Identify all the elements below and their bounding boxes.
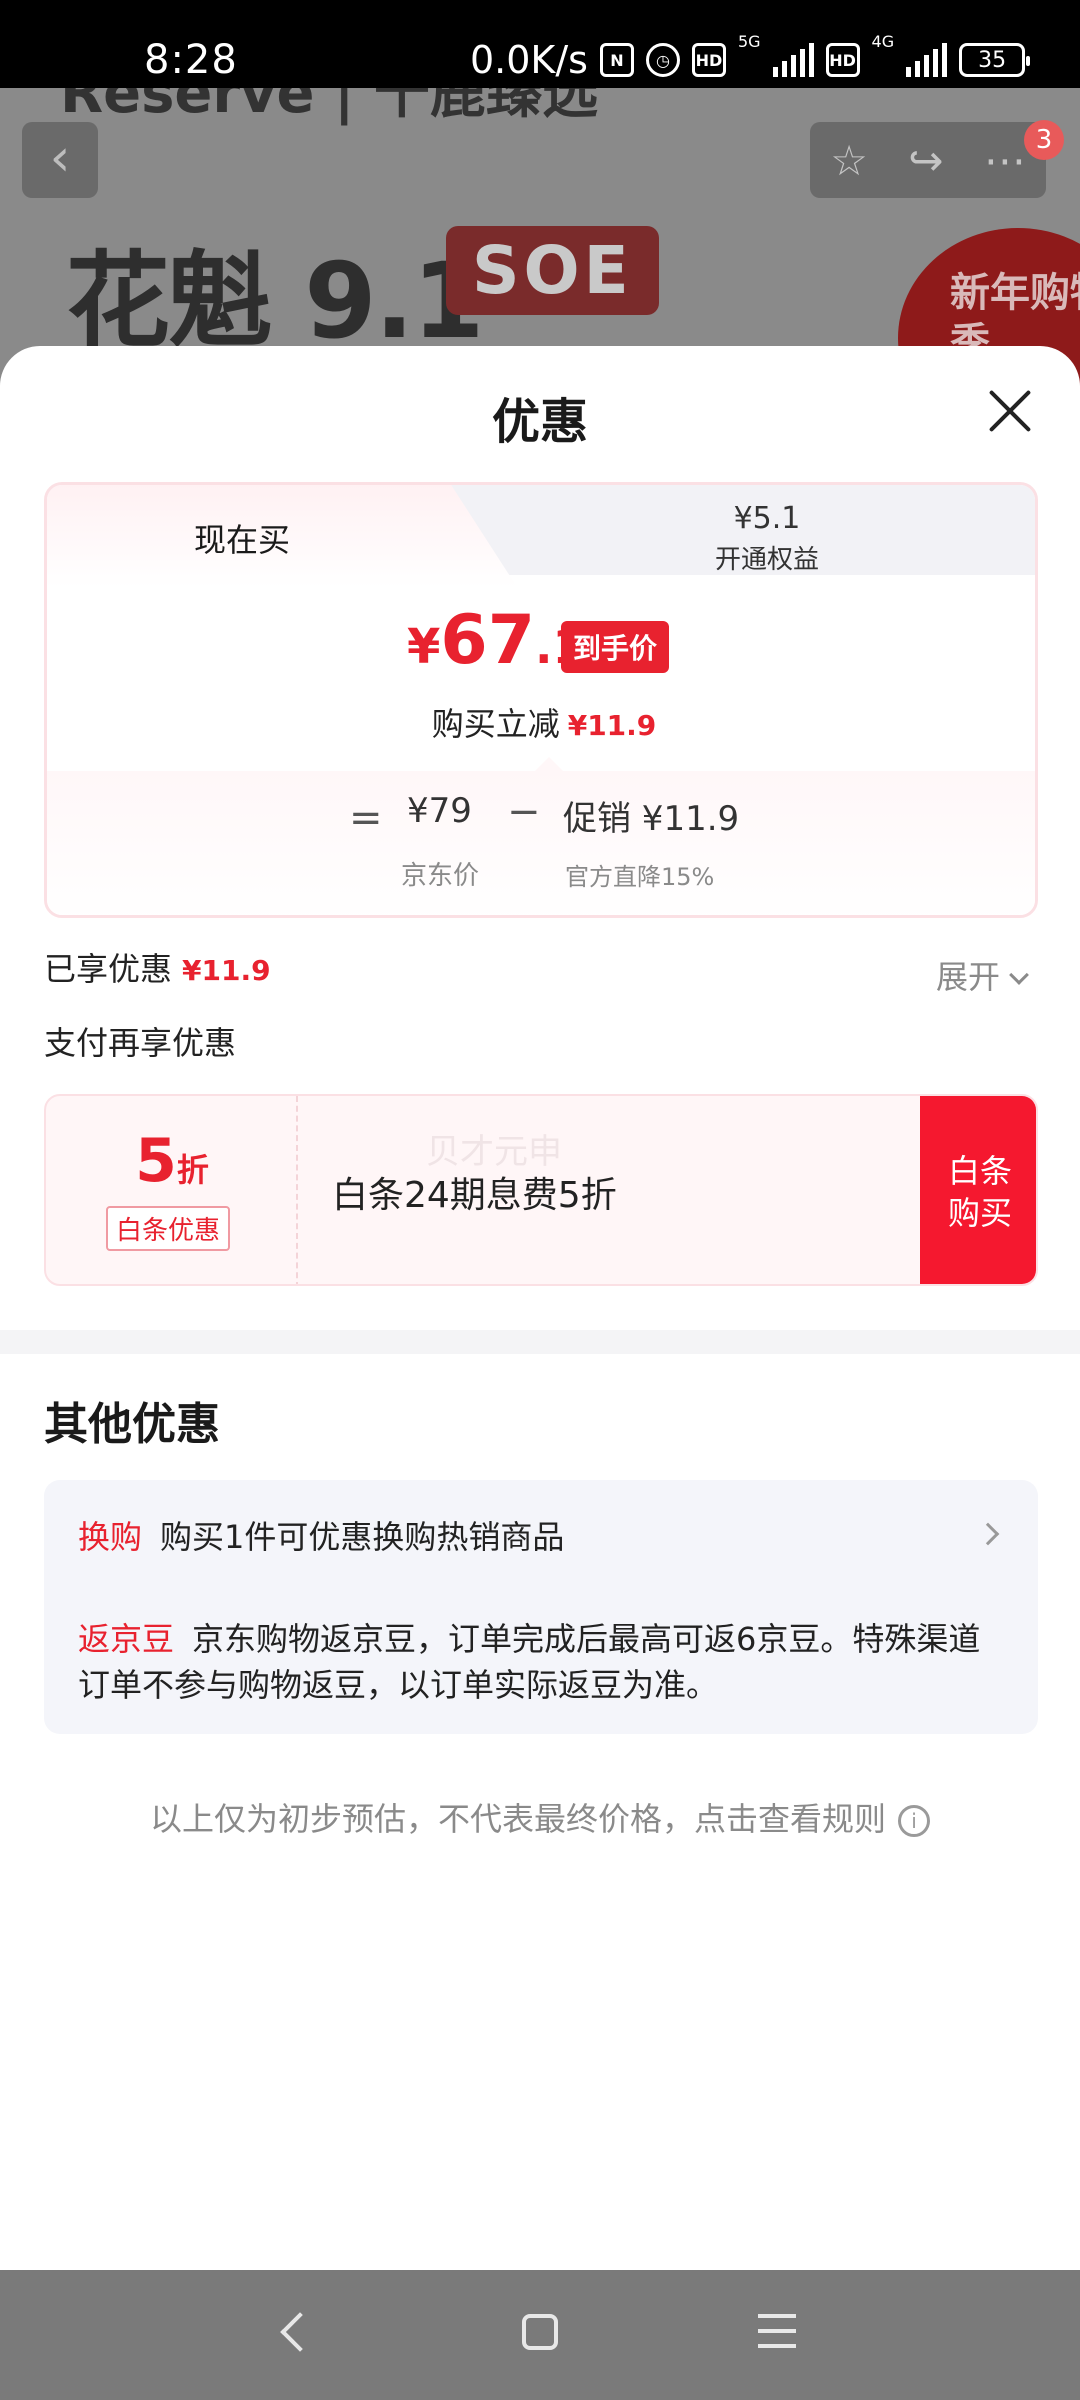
reduction-label: 购买立减 [431, 705, 560, 743]
jd-price: ¥79 [407, 791, 472, 831]
other-offers-box: 换购 购买1件可优惠换购热销商品 返京豆 京东购物返京豆，订单完成后最高可返6京豆。… [44, 1480, 1038, 1734]
baitiao-discount-unit: 折 [176, 1151, 209, 1189]
notification-badge: 3 [1024, 120, 1064, 160]
alarm-icon: ◷ [645, 43, 680, 77]
battery-icon: 35 [959, 43, 1031, 77]
hd-icon: HD [691, 43, 726, 77]
promo-price: 促销 ¥11.9 [563, 799, 740, 839]
top-actions: ☆ ↪ ⋯ [810, 122, 1046, 198]
info-icon: i [898, 1805, 930, 1837]
reduction-value: ¥11.9 [567, 709, 657, 742]
baitiao-badge: 白条优惠 [106, 1206, 231, 1251]
baitiao-offer-text: 白条24期息费5折 [332, 1175, 617, 1216]
brand-logo: Reserve | 千鹿臻选 [60, 88, 598, 126]
tab-membership-label: 开通权益 [714, 545, 819, 575]
jd-beans-tag: 返京豆 [78, 1620, 175, 1658]
enjoyed-value: ¥11.9 [182, 954, 271, 987]
enjoyed-discount: 已享优惠 ¥11.9 [44, 944, 271, 990]
nfc-icon: N [599, 43, 634, 77]
sheet-title: 优惠 [491, 394, 588, 450]
share-icon[interactable]: ↪ [908, 136, 943, 185]
network-speed: 0.0K/s [470, 38, 588, 82]
footnote-text: 以上仅为初步预估，不代表最终价格，点击查看规则 [149, 1800, 886, 1838]
rules-footnote[interactable]: 以上仅为初步预估，不代表最终价格，点击查看规则 i [0, 1794, 1080, 1840]
status-icons: 0.0K/s N ◷ HD 5G HD 4G 35 [470, 32, 1031, 84]
baitiao-buy-button[interactable]: 白条购买 [920, 1096, 1036, 1284]
status-bar: 8:28 0.0K/s N ◷ HD 5G HD 4G 35 [0, 0, 1080, 88]
other-offers-title: 其他优惠 [44, 1399, 220, 1450]
network-type-4g: 4G [871, 32, 895, 51]
list-item-exchange[interactable]: 换购 购买1件可优惠换购热销商品 [78, 1512, 978, 1558]
tab-buy-now-label: 现在买 [193, 521, 290, 559]
price-currency: ¥ [407, 619, 441, 675]
pay-more-heading: 支付再享优惠 [44, 1024, 237, 1062]
tab-membership-price: ¥5.1 [733, 501, 801, 536]
price-card: 现在买 ¥5.1 开通权益 ¥67.1 到手价 购买立减 ¥11.9 = ¥79 … [44, 482, 1038, 918]
baitiao-discount: 5折 [46, 1126, 298, 1196]
exchange-tag: 换购 [78, 1518, 143, 1556]
system-nav-bar [0, 2270, 1080, 2400]
nav-menu-icon[interactable] [758, 2314, 796, 2348]
baitiao-discount-number: 5 [135, 1126, 177, 1196]
jd-price-label: 京东价 [401, 861, 480, 891]
price-integer: 67 [440, 601, 536, 680]
final-price: ¥67.1 [407, 601, 585, 680]
section-divider [0, 1330, 1080, 1354]
hd-icon-2: HD [825, 43, 860, 77]
favorite-icon[interactable]: ☆ [830, 136, 868, 185]
list-item-jd-beans: 返京豆 京东购物返京豆，订单完成后最高可返6京豆。特殊渠道订单不参与购物返豆，以订… [78, 1616, 1008, 1708]
more-icon[interactable]: ⋯ [984, 136, 1026, 185]
close-icon[interactable] [986, 388, 1032, 434]
equals-sign: = [349, 795, 383, 841]
status-time: 8:28 [144, 37, 238, 83]
final-price-tag: 到手价 [561, 621, 670, 673]
expand-label: 展开 [936, 958, 1001, 996]
enjoyed-label: 已享优惠 [44, 950, 173, 988]
product-page-background: Reserve | 千鹿臻选 ‹ ☆ ↪ ⋯ 3 花魁 9.1 SOE 新年购物… [0, 88, 1080, 388]
signal-icon-2 [906, 43, 948, 77]
chevron-right-icon[interactable] [976, 1522, 1000, 1546]
nav-back-icon[interactable] [280, 2312, 320, 2352]
price-breakdown: = ¥79 京东价 − 促销 ¥11.9 官方直降15% [47, 757, 1035, 915]
baitiao-offer-card[interactable]: 5折 白条优惠 贝才元申 白条24期息费5折 白条购买 [44, 1094, 1038, 1286]
network-type-5g: 5G [737, 32, 761, 51]
back-button[interactable]: ‹ [22, 122, 98, 198]
back-icon: ‹ [49, 128, 71, 188]
nav-home-icon[interactable] [522, 2314, 558, 2350]
purchase-reduction: 购买立减 ¥11.9 [47, 699, 1035, 745]
chevron-down-icon [1009, 965, 1029, 985]
baitiao-discount-panel: 5折 白条优惠 [46, 1096, 298, 1284]
expand-button[interactable]: 展开 [936, 952, 1029, 998]
exchange-text: 购买1件可优惠换购热销商品 [160, 1518, 565, 1556]
discount-sheet: 优惠 现在买 ¥5.1 开通权益 ¥67.1 到手价 购买立减 ¥11.9 = ¥… [0, 346, 1080, 2270]
signal-icon [772, 43, 814, 77]
minus-sign: − [507, 789, 541, 835]
jd-beans-text: 京东购物返京豆，订单完成后最高可返6京豆。特殊渠道订单不参与购物返豆，以订单实际… [78, 1620, 981, 1704]
product-tag: SOE [446, 226, 659, 315]
product-title: 花魁 9.1 [66, 240, 484, 362]
promo-label: 官方直降15% [565, 863, 715, 891]
